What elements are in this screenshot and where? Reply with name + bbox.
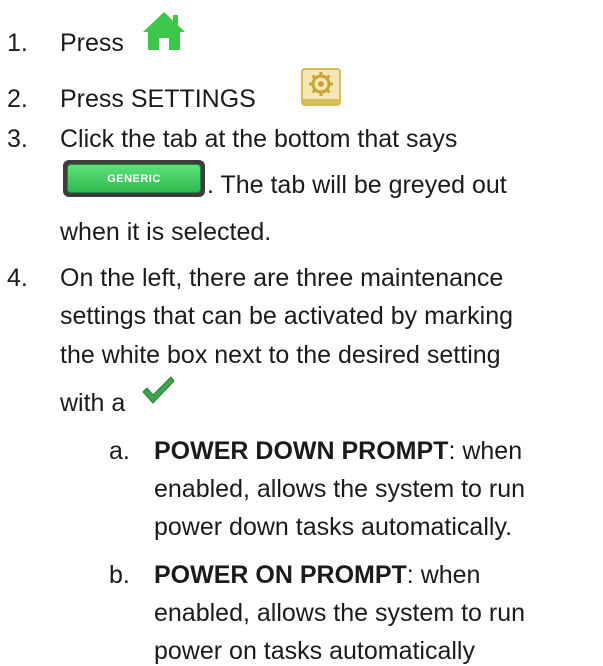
step-text: Press [60, 29, 124, 57]
step-number: 4. [7, 264, 28, 292]
home-icon [143, 12, 185, 50]
step-text: Press SETTINGS [60, 85, 256, 113]
gear-settings-icon [301, 68, 341, 106]
step-number: 1. [7, 29, 28, 57]
substep-title: POWER DOWN PROMPT [154, 437, 449, 465]
checkmark-icon [142, 376, 175, 404]
generic-tab-label: GENERIC [107, 172, 161, 185]
step-number: 2. [7, 85, 28, 113]
step-text: Click the tab at the bottom that says [60, 125, 458, 153]
step-number: 3. [7, 125, 28, 153]
generic-tab-button: GENERIC [63, 160, 205, 197]
substep-title: POWER ON PROMPT [154, 561, 407, 589]
substep-letter: a. [109, 437, 130, 465]
substep-letter: b. [109, 561, 130, 589]
